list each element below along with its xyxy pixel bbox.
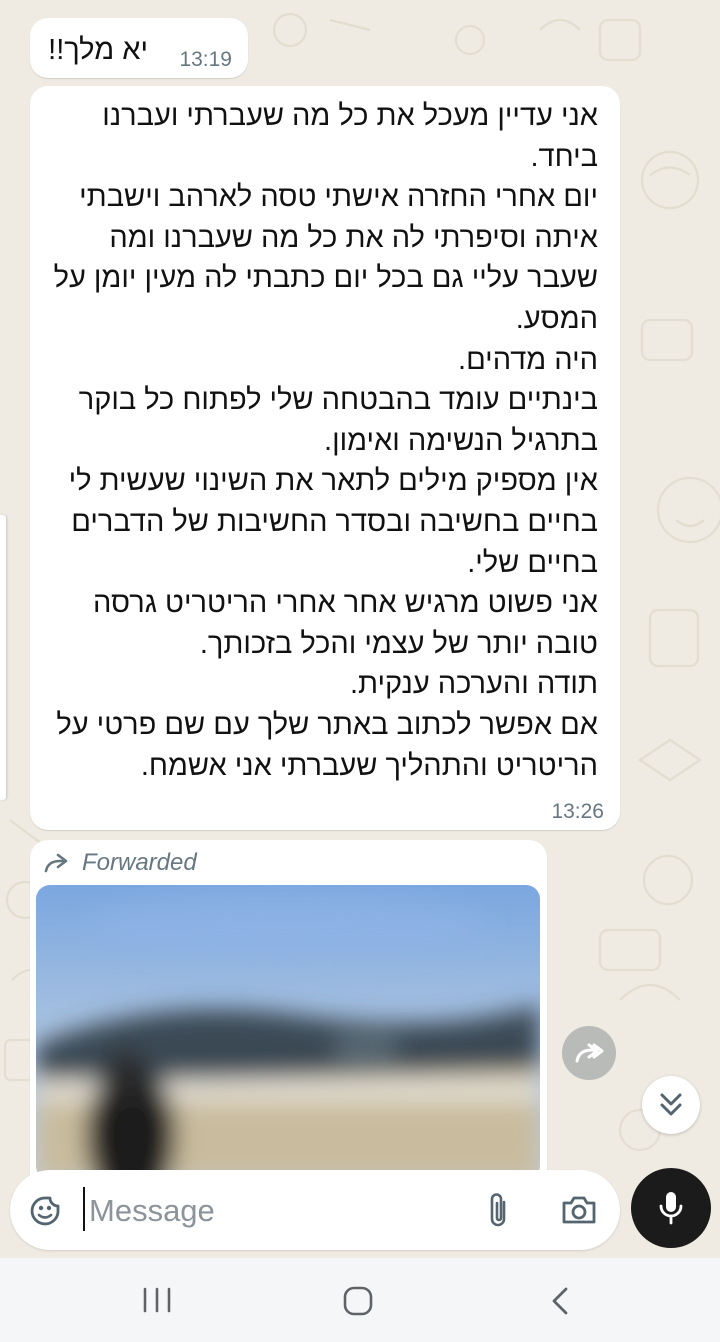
microphone-icon xyxy=(659,1192,683,1225)
attach-button[interactable] xyxy=(478,1188,518,1232)
text-cursor xyxy=(83,1187,85,1231)
voice-message-button[interactable] xyxy=(631,1168,711,1248)
forward-share-button[interactable] xyxy=(562,1026,616,1080)
scroll-edge-indicator xyxy=(0,515,6,800)
message-time: 13:19 xyxy=(179,48,232,71)
sticker-button[interactable] xyxy=(24,1188,68,1232)
paperclip-icon xyxy=(490,1193,506,1227)
message-input[interactable] xyxy=(87,1184,451,1238)
message-time: 13:26 xyxy=(551,800,604,823)
message-text: אני עדיין מעכל את כל מה שעברתי ועברנו בי… xyxy=(53,100,598,782)
share-forward-icon xyxy=(575,1043,604,1063)
camera-button[interactable] xyxy=(556,1188,602,1232)
forwarded-indicator: Forwarded xyxy=(44,846,197,880)
message-photo[interactable] xyxy=(36,885,540,1180)
message-bubble[interactable]: אני עדיין מעכל את כל מה שעברתי ועברנו בי… xyxy=(30,86,620,830)
sticker-icon xyxy=(30,1196,60,1226)
image-message-bubble[interactable]: Forwarded xyxy=(30,840,547,1180)
message-text: יא מלך!! xyxy=(48,34,148,66)
forwarded-label: Forwarded xyxy=(82,849,197,876)
recents-icon[interactable] xyxy=(140,1286,174,1314)
message-composer xyxy=(10,1170,620,1250)
forwarded-icon xyxy=(44,853,68,873)
back-icon[interactable] xyxy=(549,1286,571,1316)
double-chevron-down-icon xyxy=(660,1093,682,1116)
home-icon[interactable] xyxy=(343,1286,373,1316)
message-bubble[interactable]: יא מלך!! 13:19 xyxy=(30,18,248,78)
scroll-to-bottom-button[interactable] xyxy=(642,1076,700,1134)
camera-icon xyxy=(562,1196,596,1224)
